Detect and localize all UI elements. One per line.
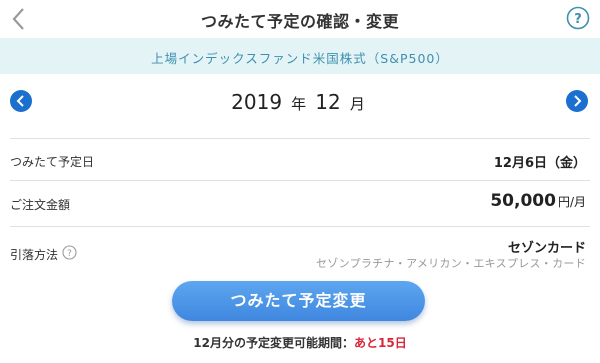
month-year-unit: 年 [291, 95, 307, 113]
month-year: 2019 [231, 90, 283, 114]
order-amount-value: 50,000 [490, 191, 556, 211]
svg-text:?: ? [574, 12, 582, 27]
question-circle-icon[interactable]: ? [566, 6, 590, 30]
month-selector: 2019 年 12 月 [0, 80, 600, 130]
payment-card-detail: セゾンプラチナ・アメリカン・エキスプレス・カード [316, 257, 586, 270]
question-circle-icon[interactable]: ? [62, 245, 77, 260]
scheduled-date-value: 12月6日（金） [493, 156, 586, 171]
deadline-prefix: 12月分の予定変更可能期間： [193, 336, 354, 350]
order-amount-unit: 円/月 [557, 195, 586, 209]
svg-text:?: ? [67, 249, 72, 259]
divider [10, 138, 590, 139]
payment-card-name: セゾンカード [507, 241, 586, 256]
month-label: 2019 年 12 月 [0, 90, 600, 114]
change-deadline-notice: 12月分の予定変更可能期間：あと15日 [0, 334, 600, 351]
month-number: 12 [315, 90, 341, 114]
order-amount-label: ご注文金額 [10, 198, 71, 212]
header: つみたて予定の確認・変更 ? [0, 0, 600, 38]
fund-bar: 上場インデックスファンド米国株式（S&P500） [0, 38, 600, 74]
page-title: つみたて予定の確認・変更 [200, 12, 399, 31]
payment-method-label: 引落方法 [10, 248, 59, 262]
deadline-remaining: あと15日 [354, 336, 407, 350]
next-month-button[interactable] [566, 90, 588, 112]
divider [10, 180, 590, 181]
fund-name: 上場インデックスファンド米国株式（S&P500） [151, 51, 449, 66]
scheduled-date-label: つみたて予定日 [10, 155, 95, 169]
change-schedule-button[interactable]: つみたて予定変更 [172, 281, 425, 321]
month-unit: 月 [349, 95, 365, 113]
divider [10, 226, 590, 227]
order-amount: 50,000 円/月 [490, 191, 586, 211]
